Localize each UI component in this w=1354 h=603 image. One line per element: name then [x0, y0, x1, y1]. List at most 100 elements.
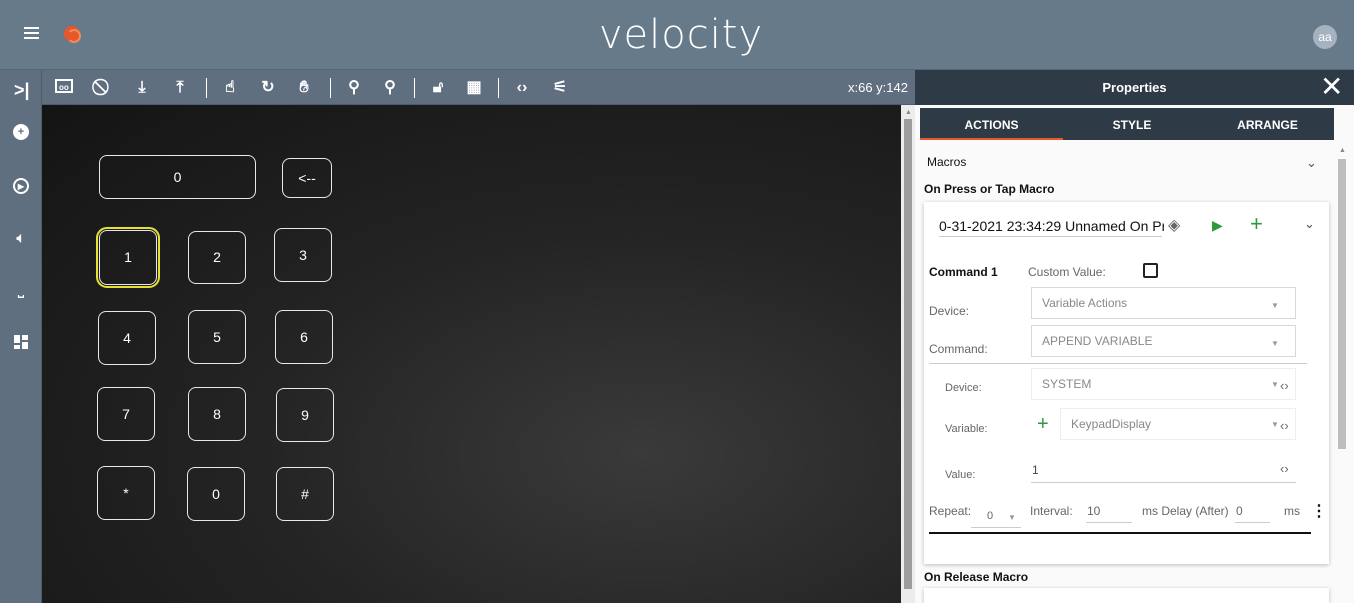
app-header: velocity aa — [0, 0, 1354, 70]
caret-down-icon: ▼ — [1271, 339, 1279, 348]
more-options-icon[interactable]: ⋮ — [1311, 501, 1327, 521]
properties-scrollbar[interactable]: ▲ — [1335, 145, 1349, 603]
key-4-button[interactable]: 4 — [98, 311, 156, 365]
repeat-underline — [971, 527, 1021, 528]
interval-input[interactable]: 10 — [1087, 504, 1100, 518]
macro-card: 0-31-2021 23:34:29 Unnamed On Pr ◈ ▶ + ⌄… — [924, 202, 1329, 564]
code-icon[interactable]: ‹› — [1280, 378, 1289, 393]
dashboard-icon[interactable] — [11, 332, 31, 352]
value-input[interactable]: 1 — [1032, 463, 1039, 477]
sub-device-select[interactable]: SYSTEM — [1031, 368, 1296, 400]
key-2-button[interactable]: 2 — [188, 231, 246, 284]
on-release-label: On Release Macro — [924, 570, 1029, 584]
upload-icon[interactable]: ⤒ — [170, 78, 190, 98]
chevron-down-icon[interactable]: ⌄ — [1306, 155, 1317, 171]
toolbar-divider — [414, 78, 415, 98]
play-icon[interactable]: ▶ — [1212, 217, 1223, 234]
key-9-button[interactable]: 9 — [276, 388, 334, 442]
key-3-button[interactable]: 3 — [274, 228, 332, 282]
menu-icon[interactable] — [24, 24, 42, 42]
keypad-display[interactable]: 0 — [99, 155, 256, 199]
grid-icon[interactable]: ▦ — [464, 78, 484, 98]
scroll-up-icon[interactable]: ▲ — [905, 109, 912, 116]
section-divider — [929, 363, 1307, 364]
canvas-scrollbar[interactable]: ▲ — [901, 105, 915, 603]
touch-icon[interactable]: ☝︎ — [220, 78, 240, 98]
add-command-icon[interactable]: + — [1250, 211, 1263, 237]
code-icon[interactable]: ‹› — [512, 78, 532, 98]
device-label: Device: — [929, 304, 970, 318]
tab-actions[interactable]: ACTIONS — [920, 118, 1063, 132]
download-icon[interactable]: ⤓ — [132, 78, 152, 98]
delay-underline — [1235, 522, 1270, 523]
key-1-button[interactable]: 1 — [96, 227, 160, 288]
logo-icon[interactable] — [64, 26, 81, 43]
value-underline — [1031, 482, 1296, 483]
tab-style[interactable]: STYLE — [1063, 118, 1201, 132]
zoom-in-icon[interactable]: ⚲ — [380, 78, 400, 98]
ms-label: ms — [1284, 504, 1300, 518]
value-label: Value: — [945, 469, 976, 481]
backspace-button[interactable]: <-- — [282, 158, 332, 198]
add-variable-icon[interactable]: + — [1037, 413, 1049, 436]
hand-icon[interactable]: ✋︎ — [294, 78, 314, 98]
lock-icon[interactable]: 🔓︎ — [428, 78, 448, 98]
spacebar-icon[interactable]: ⎵ — [11, 280, 31, 300]
variable-label: Variable: — [945, 423, 988, 435]
command-progress-bar — [929, 532, 1311, 534]
repeat-select[interactable]: 0 — [987, 510, 993, 522]
tune-icon[interactable]: ⚟ — [550, 78, 570, 98]
layers-icon[interactable]: ◈ — [1168, 215, 1180, 235]
key-0-button[interactable]: 0 — [187, 467, 245, 521]
code-icon[interactable]: ‹› — [1280, 461, 1289, 476]
zoom-out-icon[interactable]: ⚲ — [344, 78, 364, 98]
key-5-button[interactable]: 5 — [188, 310, 246, 364]
command-label: Command 1 — [929, 265, 998, 279]
scrollbar-thumb[interactable] — [1338, 159, 1346, 449]
key-7-button[interactable]: 7 — [97, 387, 155, 441]
scroll-up-icon[interactable]: ▲ — [1339, 147, 1346, 154]
hide-icon[interactable]: ⃠ — [94, 78, 114, 98]
variable-select[interactable]: KeypadDisplay — [1060, 408, 1296, 440]
properties-title: Properties — [1102, 80, 1167, 95]
cursor-coordinates: x:66 y:142 — [848, 80, 908, 95]
add-icon[interactable]: + — [11, 122, 31, 142]
avatar[interactable]: aa — [1313, 25, 1337, 49]
refresh-icon[interactable]: ↻ — [258, 78, 278, 98]
key-6-button[interactable]: 6 — [275, 310, 333, 364]
design-canvas[interactable]: 0 <-- 1 2 3 4 5 6 7 8 9 * 0 # — [42, 105, 901, 603]
interval-underline — [1086, 522, 1132, 523]
device-select[interactable]: Variable Actions — [1031, 287, 1296, 319]
scrollbar-thumb[interactable] — [904, 119, 912, 589]
delay-input[interactable]: 0 — [1236, 504, 1243, 518]
on-press-label: On Press or Tap Macro — [924, 182, 1055, 196]
key-star-button[interactable]: * — [97, 466, 155, 520]
key-8-button[interactable]: 8 — [188, 387, 246, 441]
sub-device-label: Device: — [945, 382, 982, 394]
command-field-label: Command: — [929, 342, 988, 356]
left-sidebar: >| + ▶ 🔈︎ ⎵ — [0, 70, 42, 603]
caret-down-icon: ▼ — [1271, 380, 1279, 389]
key-hash-button[interactable]: # — [276, 467, 334, 521]
ms-delay-label: ms Delay (After) — [1142, 504, 1229, 518]
play-circle-icon[interactable]: ▶ — [11, 176, 31, 196]
toolbar-divider — [498, 78, 499, 98]
caret-down-icon: ▼ — [1008, 513, 1016, 522]
caret-down-icon: ▼ — [1271, 301, 1279, 310]
volume-icon[interactable]: 🔈︎ — [11, 229, 31, 249]
close-icon[interactable]: ✕ — [1320, 72, 1343, 102]
lock-aspect-icon[interactable]: oo — [54, 78, 74, 98]
macro-name[interactable]: 0-31-2021 23:34:29 Unnamed On Pr — [939, 218, 1164, 234]
properties-header: Properties ✕ — [915, 70, 1354, 105]
app-root: velocity aa >| + ▶ 🔈︎ ⎵ oo ⃠ ⤓ ⤒ ☝︎ ↻ ✋︎… — [0, 0, 1354, 603]
brand-title: velocity — [598, 12, 764, 58]
code-icon[interactable]: ‹› — [1280, 418, 1289, 433]
collapse-sidebar-icon[interactable]: >| — [14, 80, 30, 100]
interval-label: Interval: — [1030, 504, 1073, 518]
command-select[interactable]: APPEND VARIABLE — [1031, 325, 1296, 357]
caret-down-icon: ▼ — [1271, 420, 1279, 429]
custom-value-checkbox[interactable] — [1143, 263, 1158, 278]
active-tab-indicator — [920, 138, 1063, 140]
tab-arrange[interactable]: ARRANGE — [1201, 118, 1334, 132]
chevron-down-icon[interactable]: ⌄ — [1304, 216, 1315, 232]
